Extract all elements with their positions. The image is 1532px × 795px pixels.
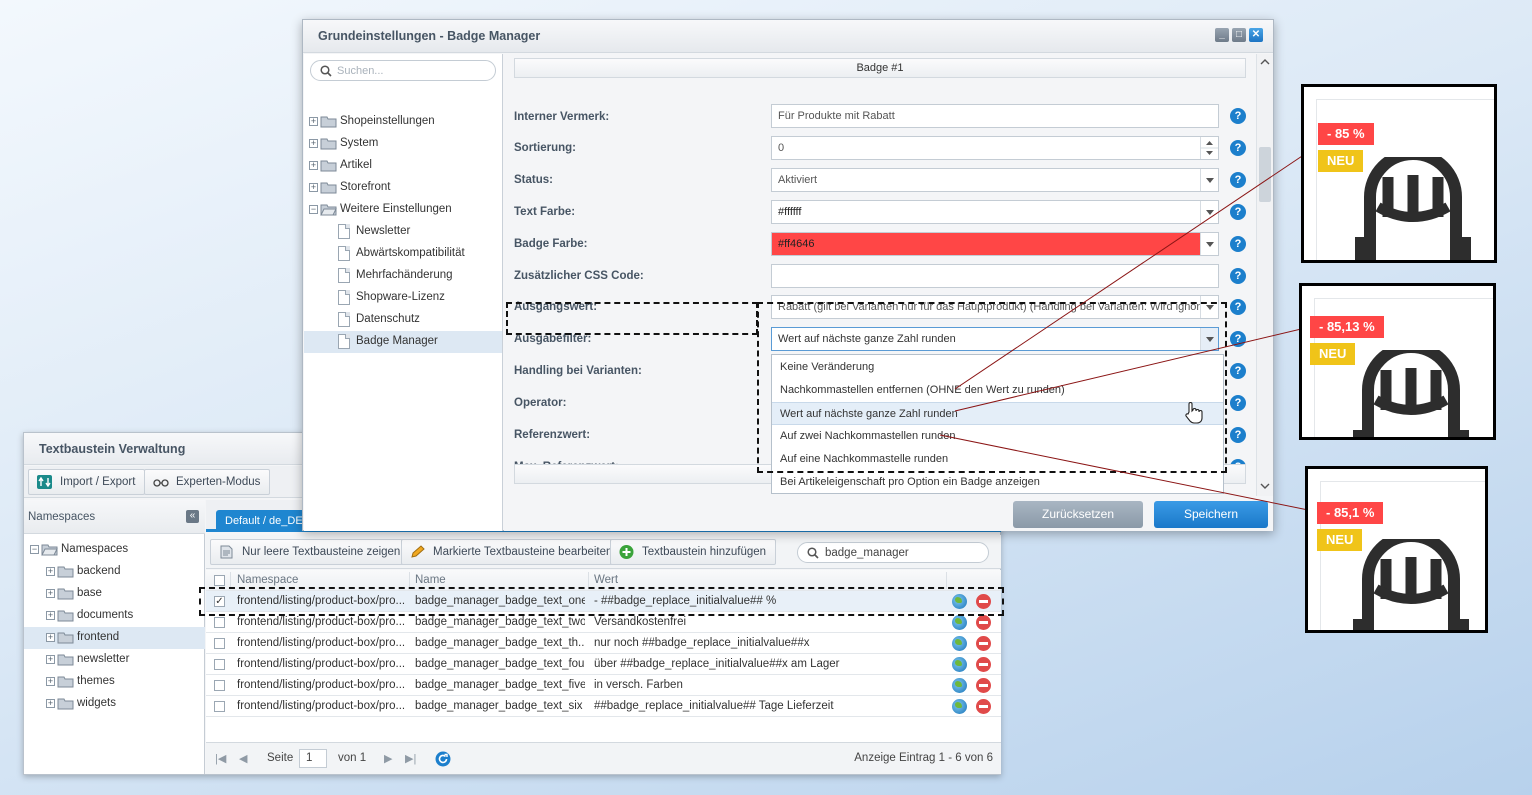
connector-line-one-decimal bbox=[939, 434, 1319, 513]
badge-preview-2: - 85,13 % NEU bbox=[1299, 283, 1496, 440]
badge-preview-1: - 85 % NEU bbox=[1301, 84, 1497, 263]
connector-line-round-integer bbox=[954, 139, 1327, 390]
backpack-icon bbox=[1353, 350, 1469, 437]
discount-badge: - 85 % bbox=[1318, 123, 1374, 145]
connector-line-two-decimals bbox=[954, 324, 1319, 412]
discount-badge: - 85,1 % bbox=[1317, 502, 1384, 524]
badge-preview-3: - 85,1 % NEU bbox=[1305, 466, 1488, 633]
backpack-icon bbox=[1353, 539, 1469, 630]
backpack-icon bbox=[1355, 157, 1471, 260]
discount-badge: - 85,13 % bbox=[1310, 316, 1384, 338]
